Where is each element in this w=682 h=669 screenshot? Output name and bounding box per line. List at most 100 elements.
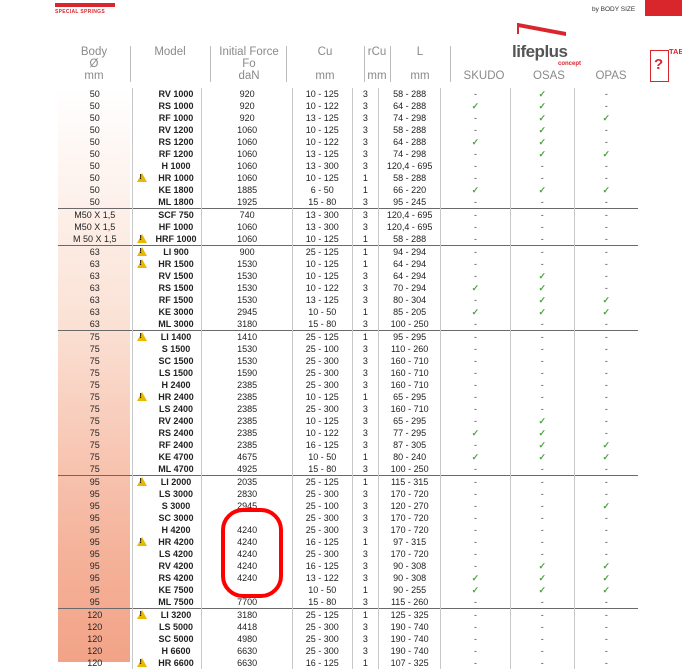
cell-osas: -: [509, 621, 575, 633]
cell-cu: 25 - 125: [291, 608, 353, 621]
table-row: 75 RS 2400 2385 10 - 122 3 77 - 295 ✓ ✓ -: [58, 427, 638, 439]
cell-body: 75: [89, 440, 100, 450]
cell-warning: [131, 391, 151, 403]
cell-l: 170 - 720: [378, 548, 441, 560]
cell-osas: ✓: [509, 124, 575, 136]
cell-warning: [131, 258, 151, 270]
cell-skudo: -: [439, 245, 511, 258]
cell-opas: -: [573, 245, 638, 258]
cell-osas: ✓: [509, 294, 575, 306]
cell-opas: -: [573, 172, 638, 184]
table-row: 120 H 6600 6630 25 - 300 3 190 - 740- - -: [58, 645, 638, 657]
cell-rcu: 1: [351, 536, 379, 548]
cell-rcu: 3: [351, 136, 379, 148]
cell-rcu: 3: [351, 160, 379, 172]
cell-body: 50: [89, 149, 100, 159]
cell-force: 2385: [201, 415, 293, 427]
cell-skudo: -: [439, 330, 511, 343]
col-header-body-line3: mm: [84, 70, 104, 82]
cell-warning: [131, 330, 151, 343]
table-row: 63 ML 3000 3180 15 - 80 3 100 - 250- - -: [58, 318, 638, 331]
cell-rcu: 3: [351, 367, 379, 379]
cell-l: 100 - 250: [378, 318, 441, 331]
cell-warning: [131, 572, 151, 584]
cell-body: 63: [89, 283, 100, 293]
cell-model: LS 2400: [158, 404, 193, 414]
cell-force: 1530: [201, 355, 293, 367]
cell-warning: [131, 233, 151, 246]
cell-warning: [131, 379, 151, 391]
logo-main-text: lifeplus: [512, 42, 568, 61]
logo-sub-text: concept: [558, 61, 582, 67]
cell-cu: 25 - 300: [291, 512, 353, 524]
cell-l: 64 - 288: [378, 100, 441, 112]
cell-rcu: 1: [351, 245, 379, 258]
cell-cu: 10 - 125: [291, 415, 353, 427]
logo-text: SPECIAL SPRINGS: [55, 9, 105, 15]
cell-skudo: -: [439, 657, 511, 669]
cell-force: 920: [201, 88, 293, 100]
cell-force: 2945: [201, 306, 293, 318]
cell-skudo: ✓: [439, 136, 511, 148]
cell-rcu: 3: [351, 282, 379, 294]
cell-skudo: -: [439, 512, 511, 524]
cell-l: 120,4 - 695: [378, 160, 441, 172]
cell-body: 75: [89, 368, 100, 378]
cell-skudo: ✓: [439, 451, 511, 463]
cell-cu: 10 - 50: [291, 306, 353, 318]
table-row: 63 RS 1500 1530 10 - 122 3 70 - 294 ✓ ✓ -: [58, 282, 638, 294]
cell-osas: ✓: [509, 560, 575, 572]
cell-opas: ✓: [573, 439, 638, 451]
cell-skudo: -: [439, 355, 511, 367]
cell-rcu: 1: [351, 451, 379, 463]
warning-icon: [136, 332, 147, 341]
cell-rcu: 3: [351, 512, 379, 524]
cell-rcu: 3: [351, 524, 379, 536]
cell-model: ML 3000: [158, 319, 194, 329]
cell-l: 58 - 288: [378, 233, 441, 246]
cell-opas: -: [573, 608, 638, 621]
cell-force: 4418: [201, 621, 293, 633]
table-row: 95 H 4200 4240 25 - 300 3 170 - 720- - -: [58, 524, 638, 536]
warning-icon: [136, 259, 147, 268]
cell-cu: 10 - 122: [291, 282, 353, 294]
cell-opas: -: [573, 633, 638, 645]
cell-warning: [131, 355, 151, 367]
cell-osas: -: [509, 318, 575, 331]
table-row: 75 SC 1500 1530 25 - 300 3 160 - 710- - -: [58, 355, 638, 367]
table-row: 95 S 3000 2945 25 - 100 3 120 - 270- - ✓: [58, 500, 638, 512]
table-row: 75 KE 4700 4675 10 - 50 1 80 - 240 ✓ ✓ ✓: [58, 451, 638, 463]
cell-opas: ✓: [573, 584, 638, 596]
cell-opas: -: [573, 367, 638, 379]
table-row: 50 H 1000 1060 13 - 300 3 120,4 - 695- - -: [58, 160, 638, 172]
tab-icon[interactable]: ? TAB: [650, 47, 682, 88]
cell-body: 75: [89, 416, 100, 426]
table-row: 63 KE 3000 2945 10 - 50 1 85 - 205 ✓ ✓ ✓: [58, 306, 638, 318]
cell-body: 95: [89, 573, 100, 583]
cell-skudo: -: [439, 196, 511, 209]
cell-model: HRF 1000: [155, 234, 197, 244]
col-header-rcu: rCu mm: [364, 46, 390, 82]
cell-model: RS 1500: [158, 283, 194, 293]
cell-cu: 10 - 125: [291, 233, 353, 246]
cell-opas: ✓: [573, 500, 638, 512]
table-row: 95 LS 4200 4240 25 - 300 3 170 - 720- - -: [58, 548, 638, 560]
cell-model: RV 1000: [158, 89, 194, 99]
cell-force: 1060: [201, 221, 293, 233]
cell-body: 75: [89, 452, 100, 462]
cell-skudo: -: [439, 633, 511, 645]
table-body: 50 RV 1000 920 10 - 125 3 58 - 288- ✓ -50 RS 100…: [58, 88, 638, 669]
cell-l: 66 - 220: [378, 184, 441, 196]
cell-rcu: 3: [351, 621, 379, 633]
cell-opas: -: [573, 403, 638, 415]
cell-opas: -: [573, 391, 638, 403]
cell-l: 190 - 740: [378, 621, 441, 633]
top-bar: SPECIAL SPRINGS by BODY SIZE: [0, 0, 682, 20]
cell-skudo: -: [439, 233, 511, 246]
cell-l: 58 - 288: [378, 88, 441, 100]
cell-model: HR 1500: [158, 259, 194, 269]
cell-opas: ✓: [573, 306, 638, 318]
cell-force: 1410: [201, 330, 293, 343]
cell-force: 2385: [201, 379, 293, 391]
